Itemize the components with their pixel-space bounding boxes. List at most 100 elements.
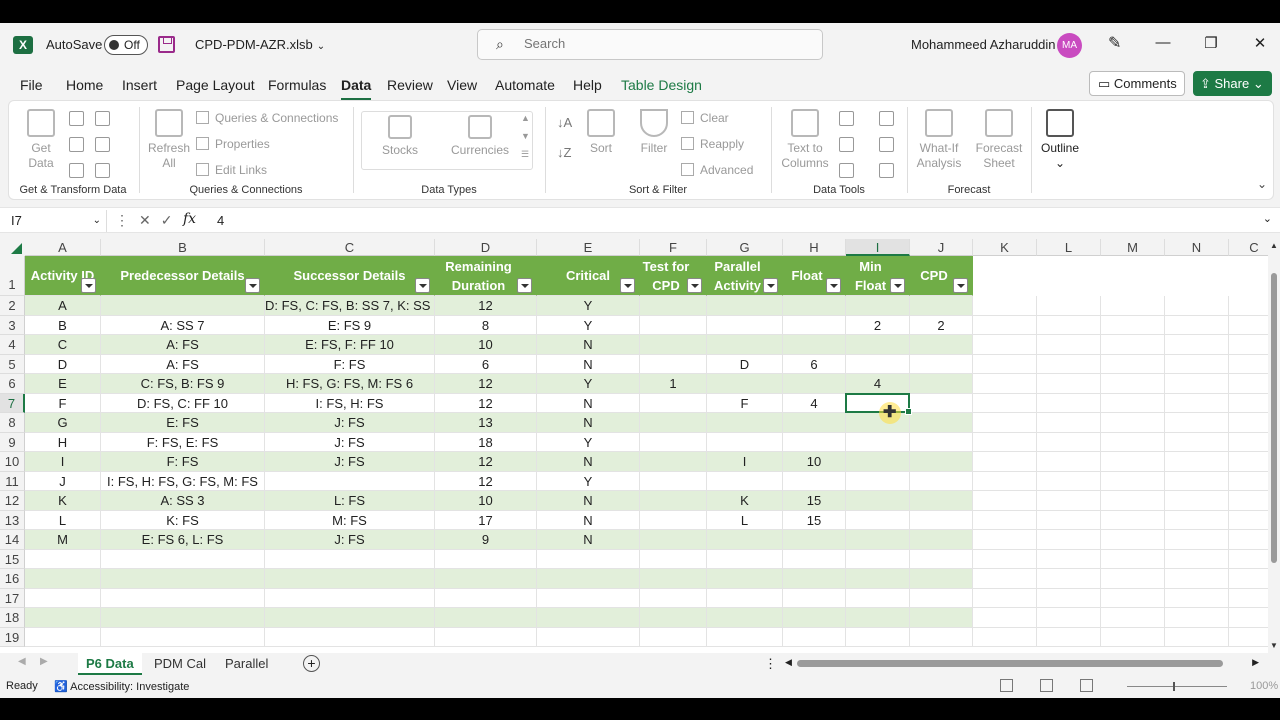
cell[interactable] — [1037, 315, 1101, 335]
cell[interactable]: Y — [537, 471, 640, 491]
cell[interactable] — [640, 296, 707, 316]
sheet-tab-parallel[interactable]: Parallel — [217, 653, 276, 675]
sort-button[interactable]: Sort — [585, 109, 617, 156]
cell[interactable] — [973, 588, 1037, 608]
cell[interactable]: Y — [537, 315, 640, 335]
column-header[interactable]: H — [783, 239, 846, 256]
cell[interactable] — [783, 471, 846, 491]
cell[interactable] — [910, 549, 973, 569]
cell[interactable] — [1229, 433, 1268, 452]
cell[interactable] — [1037, 296, 1101, 316]
cell[interactable] — [973, 315, 1037, 335]
cell[interactable] — [101, 588, 265, 608]
cell[interactable] — [25, 549, 101, 569]
cell[interactable] — [910, 335, 973, 355]
from-table-icon[interactable] — [95, 111, 110, 126]
cell[interactable]: C — [25, 335, 101, 355]
cell[interactable] — [1037, 335, 1101, 355]
filter-button[interactable]: Filter — [637, 109, 671, 156]
cell[interactable]: N — [537, 452, 640, 472]
relationships-icon[interactable] — [879, 137, 894, 152]
cell[interactable]: 13 — [435, 413, 537, 433]
cell[interactable] — [1229, 511, 1268, 530]
table-header-cell[interactable]: Predecessor Details — [101, 256, 265, 296]
filter-dropdown-icon[interactable] — [890, 278, 905, 293]
cell[interactable] — [25, 608, 101, 628]
zoom-slider-knob[interactable] — [1173, 682, 1175, 691]
column-header[interactable]: F — [640, 239, 707, 256]
existing-connections-icon[interactable] — [95, 163, 110, 178]
cell[interactable] — [707, 530, 783, 550]
column-header[interactable]: K — [973, 239, 1037, 256]
cell[interactable]: I: FS, H: FS, G: FS, M: FS — [101, 471, 265, 491]
cell[interactable] — [640, 627, 707, 647]
cell[interactable] — [707, 608, 783, 628]
cell[interactable] — [640, 588, 707, 608]
tab-home[interactable]: Home — [66, 77, 103, 93]
cell[interactable]: D — [707, 354, 783, 374]
accessibility-status[interactable]: ♿ Accessibility: Investigate — [54, 680, 189, 693]
column-header[interactable]: D — [435, 239, 537, 256]
clear-button[interactable]: Clear — [681, 111, 729, 125]
cell[interactable] — [910, 413, 973, 433]
cell[interactable]: 6 — [435, 354, 537, 374]
cell[interactable] — [1229, 628, 1268, 647]
cell[interactable] — [1037, 432, 1101, 452]
cell[interactable] — [783, 569, 846, 589]
filter-dropdown-icon[interactable] — [826, 278, 841, 293]
cell[interactable] — [1101, 354, 1165, 374]
filter-dropdown-icon[interactable] — [245, 278, 260, 293]
cell[interactable] — [910, 393, 973, 413]
cell[interactable]: N — [537, 413, 640, 433]
row-header[interactable]: 2 — [0, 296, 25, 316]
cell[interactable] — [783, 335, 846, 355]
name-box[interactable]: I7 ⌄ — [5, 210, 107, 232]
zoom-level[interactable]: 100% — [1250, 680, 1278, 692]
reapply-button[interactable]: Reapply — [681, 137, 744, 151]
tab-prev-icon[interactable]: ◀ — [18, 656, 26, 667]
column-header[interactable]: C — [265, 239, 435, 256]
cell[interactable]: Y — [537, 432, 640, 452]
cell[interactable] — [25, 569, 101, 589]
cell[interactable] — [265, 627, 435, 647]
manage-data-model-icon[interactable] — [879, 163, 894, 178]
cell[interactable]: A — [25, 296, 101, 316]
cell[interactable] — [1101, 588, 1165, 608]
cell[interactable] — [1165, 315, 1229, 335]
sheet-tab-p6-data[interactable]: P6 Data — [78, 653, 142, 675]
cell[interactable]: 4 — [783, 393, 846, 413]
row-header[interactable]: 5 — [0, 354, 25, 374]
scroll-left-icon[interactable]: ◀ — [785, 657, 792, 668]
column-header[interactable]: E — [537, 239, 640, 256]
cell[interactable] — [910, 452, 973, 472]
cell[interactable] — [910, 510, 973, 530]
cell[interactable] — [846, 432, 910, 452]
cell[interactable] — [1229, 608, 1268, 628]
flash-fill-icon[interactable] — [839, 111, 854, 126]
row-header[interactable]: 14 — [0, 530, 25, 550]
cell[interactable] — [973, 335, 1037, 355]
cell[interactable] — [435, 627, 537, 647]
cell[interactable] — [265, 608, 435, 628]
cell[interactable] — [1165, 491, 1229, 511]
tab-table-design[interactable]: Table Design — [621, 77, 702, 93]
cell[interactable]: L: FS — [265, 491, 435, 511]
cell[interactable]: B — [25, 315, 101, 335]
cell[interactable] — [640, 452, 707, 472]
tab-next-icon[interactable]: ▶ — [40, 656, 48, 667]
cell[interactable] — [1101, 510, 1165, 530]
cell[interactable]: I — [707, 452, 783, 472]
cell[interactable] — [783, 549, 846, 569]
cell[interactable] — [707, 335, 783, 355]
cell[interactable] — [846, 530, 910, 550]
cell[interactable] — [640, 471, 707, 491]
consolidate-icon[interactable] — [879, 111, 894, 126]
comments-button[interactable]: ▭ Comments — [1089, 71, 1185, 96]
cell[interactable] — [783, 374, 846, 394]
search-box[interactable]: ⌕ — [477, 29, 823, 60]
row-header[interactable]: 15 — [0, 549, 25, 569]
cell[interactable]: F: FS, E: FS — [101, 432, 265, 452]
row-header[interactable]: 19 — [0, 627, 25, 647]
cell[interactable] — [783, 413, 846, 433]
cell[interactable] — [910, 354, 973, 374]
